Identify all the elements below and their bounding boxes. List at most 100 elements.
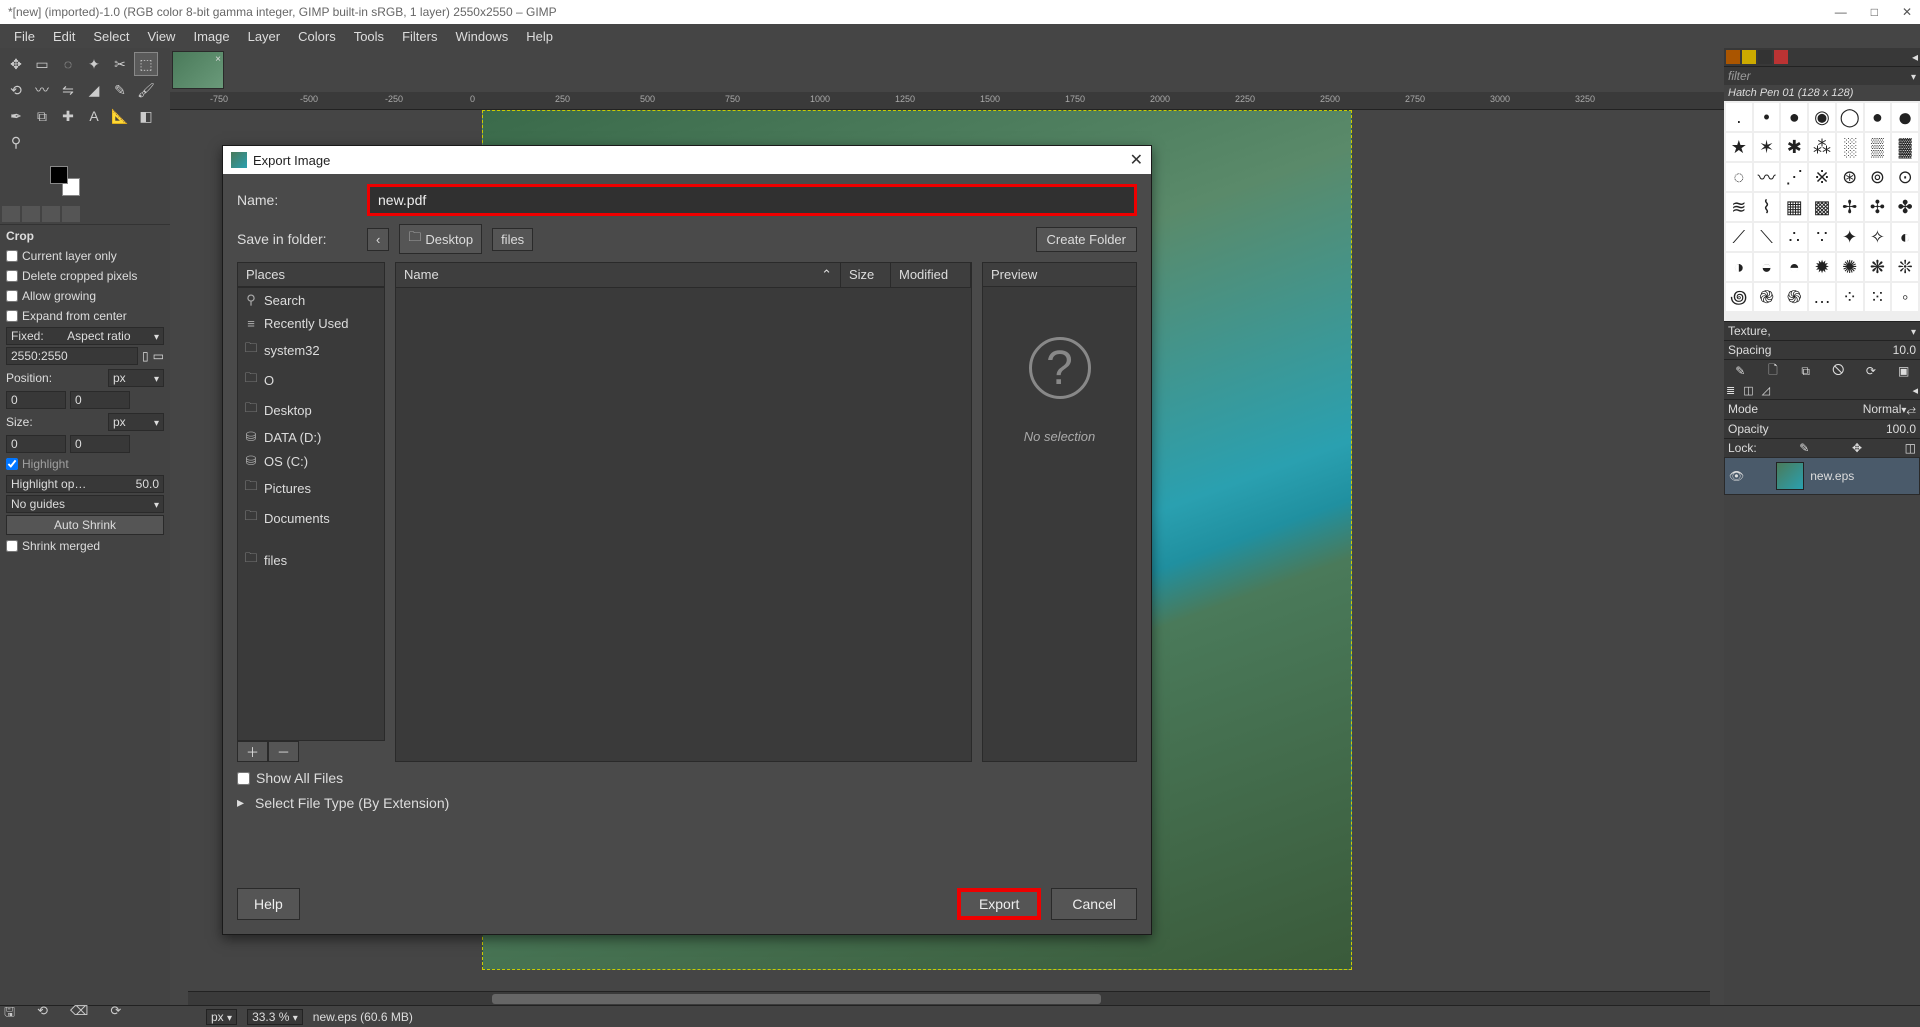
paint-tool[interactable]: 🖌 (134, 78, 158, 102)
mode-row[interactable]: Mode Normal ⥄ (1724, 399, 1920, 419)
menu-help[interactable]: Help (518, 27, 561, 46)
pencil-tool[interactable]: ✎ (108, 78, 132, 102)
place-item[interactable]: 🗀Desktop (238, 395, 384, 425)
history-tab[interactable] (1774, 50, 1788, 64)
menu-file[interactable]: File (6, 27, 43, 46)
place-item[interactable]: 🗀files (238, 545, 384, 575)
menu-select[interactable]: Select (85, 27, 137, 46)
place-item[interactable]: 🗀O (238, 365, 384, 395)
pos-x-input[interactable]: 0 (6, 391, 66, 409)
eraser-tool[interactable]: ◧ (134, 104, 158, 128)
fixed-select[interactable]: Fixed: Aspect ratio (6, 327, 164, 345)
minimize-icon[interactable]: — (1835, 5, 1847, 19)
move-tool[interactable]: ✥ (4, 52, 28, 76)
close-icon[interactable]: ✕ (1902, 5, 1912, 19)
menu-colors[interactable]: Colors (290, 27, 344, 46)
patterns-tab[interactable] (1742, 50, 1756, 64)
device-status-tab[interactable] (22, 206, 40, 222)
heal-tool[interactable]: ✚ (56, 104, 80, 128)
paths-tab[interactable]: ◿ (1762, 384, 1770, 397)
layer-thumbnail[interactable] (1776, 462, 1804, 490)
show-all-files-checkbox[interactable] (237, 772, 250, 785)
place-item[interactable]: ⛁OS (C:) (238, 449, 384, 473)
layer-row[interactable]: 👁 new.eps (1724, 457, 1920, 495)
flip-tool[interactable]: ⇋ (56, 78, 80, 102)
place-item[interactable]: 🗀Documents (238, 503, 384, 533)
size-column-header[interactable]: Size (841, 263, 891, 287)
select-file-type-label[interactable]: Select File Type (By Extension) (255, 795, 449, 811)
place-item[interactable]: 🗀system32 (238, 335, 384, 365)
rotate-tool[interactable]: ⟲ (4, 78, 28, 102)
mode-switch-icon[interactable]: ⥄ (1906, 402, 1916, 417)
texture-row[interactable]: Texture, (1724, 321, 1920, 340)
size-h-input[interactable]: 0 (70, 435, 130, 453)
lock-pixels-icon[interactable]: ✎ (1799, 441, 1809, 455)
refresh-brush-icon[interactable]: ⟳ (1864, 364, 1878, 378)
guides-select[interactable]: No guides (6, 495, 164, 513)
ink-tool[interactable]: ✒ (4, 104, 28, 128)
filename-input[interactable] (367, 184, 1137, 216)
horizontal-scrollbar[interactable] (188, 991, 1710, 1005)
auto-shrink-button[interactable]: Auto Shrink (6, 515, 164, 535)
save-options-icon[interactable]: 🖫 (4, 1003, 15, 1025)
scissors-tool[interactable]: ✂ (108, 52, 132, 76)
menu-filters[interactable]: Filters (394, 27, 445, 46)
brushes-tab[interactable] (1726, 50, 1740, 64)
reset-options-icon[interactable]: ⟳ (110, 1003, 121, 1025)
lock-alpha-icon[interactable]: ◫ (1905, 441, 1916, 455)
edit-brush-icon[interactable]: ✎ (1733, 364, 1747, 378)
open-brush-icon[interactable]: ▣ (1897, 364, 1911, 378)
delete-options-icon[interactable]: ⌫ (70, 1003, 88, 1025)
allow-growing-checkbox[interactable] (6, 290, 18, 302)
free-select-tool[interactable]: ◌ (56, 52, 80, 76)
maximize-icon[interactable]: □ (1871, 5, 1878, 19)
brush-grid[interactable]: .•●◉◯●● ★✶✱⁂░▒▓ ◌〰⋰※⊛⊚⊙ ≋⌇▦▩✢✣✤ ⟋⟍∴∵✦✧◐ … (1724, 101, 1920, 321)
menu-view[interactable]: View (140, 27, 184, 46)
menu-tools[interactable]: Tools (346, 27, 392, 46)
menu-edit[interactable]: Edit (45, 27, 83, 46)
menu-image[interactable]: Image (185, 27, 237, 46)
files-list[interactable] (395, 288, 972, 762)
clone-tool[interactable]: ⧉ (30, 104, 54, 128)
layer-name[interactable]: new.eps (1810, 469, 1854, 483)
measure-tool[interactable]: 📐 (108, 104, 132, 128)
create-folder-button[interactable]: Create Folder (1036, 227, 1137, 252)
expand-center-checkbox[interactable] (6, 310, 18, 322)
current-layer-checkbox[interactable] (6, 250, 18, 262)
status-unit-select[interactable]: px (206, 1009, 237, 1025)
remove-bookmark-button[interactable]: － (268, 741, 299, 762)
close-icon[interactable]: ✕ (1130, 150, 1143, 170)
document-tab[interactable] (172, 51, 224, 89)
path-segment-files[interactable]: files (492, 228, 533, 251)
panel-menu-icon[interactable]: ◂ (1912, 384, 1918, 397)
help-button[interactable]: Help (237, 888, 300, 920)
duplicate-brush-icon[interactable]: ⧉ (1799, 364, 1813, 378)
warp-tool[interactable]: 〰 (30, 78, 54, 102)
channels-tab[interactable]: ◫ (1743, 384, 1753, 397)
shrink-merged-checkbox[interactable] (6, 540, 18, 552)
delete-brush-icon[interactable]: 🛇 (1831, 364, 1845, 378)
modified-column-header[interactable]: Modified (891, 263, 971, 287)
visibility-icon[interactable]: 👁 (1729, 469, 1744, 483)
export-button[interactable]: Export (957, 888, 1041, 920)
ratio-input[interactable]: 2550:2550 (6, 347, 138, 365)
fg-bg-colors[interactable] (0, 158, 170, 204)
pos-y-input[interactable]: 0 (70, 391, 130, 409)
place-item[interactable]: ⛁DATA (D:) (238, 425, 384, 449)
highlight-checkbox[interactable] (6, 458, 18, 470)
images-tab[interactable] (62, 206, 80, 222)
layers-tab[interactable]: ≣ (1726, 384, 1735, 397)
menu-layer[interactable]: Layer (240, 27, 289, 46)
path-back-button[interactable]: ‹ (367, 228, 389, 251)
rect-select-tool[interactable]: ▭ (30, 52, 54, 76)
zoom-tool[interactable]: ⚲ (4, 130, 28, 154)
panel-menu-icon[interactable]: ◂ (1912, 50, 1918, 64)
restore-options-icon[interactable]: ⟲ (37, 1003, 48, 1025)
path-segment-desktop[interactable]: 🗀Desktop (399, 224, 482, 254)
delete-cropped-checkbox[interactable] (6, 270, 18, 282)
portrait-icon[interactable]: ▯ (142, 349, 149, 363)
size-unit-select[interactable]: px (108, 413, 164, 431)
lock-position-icon[interactable]: ✥ (1852, 441, 1862, 455)
add-bookmark-button[interactable]: ＋ (237, 741, 268, 762)
spacing-row[interactable]: Spacing10.0 (1724, 340, 1920, 359)
